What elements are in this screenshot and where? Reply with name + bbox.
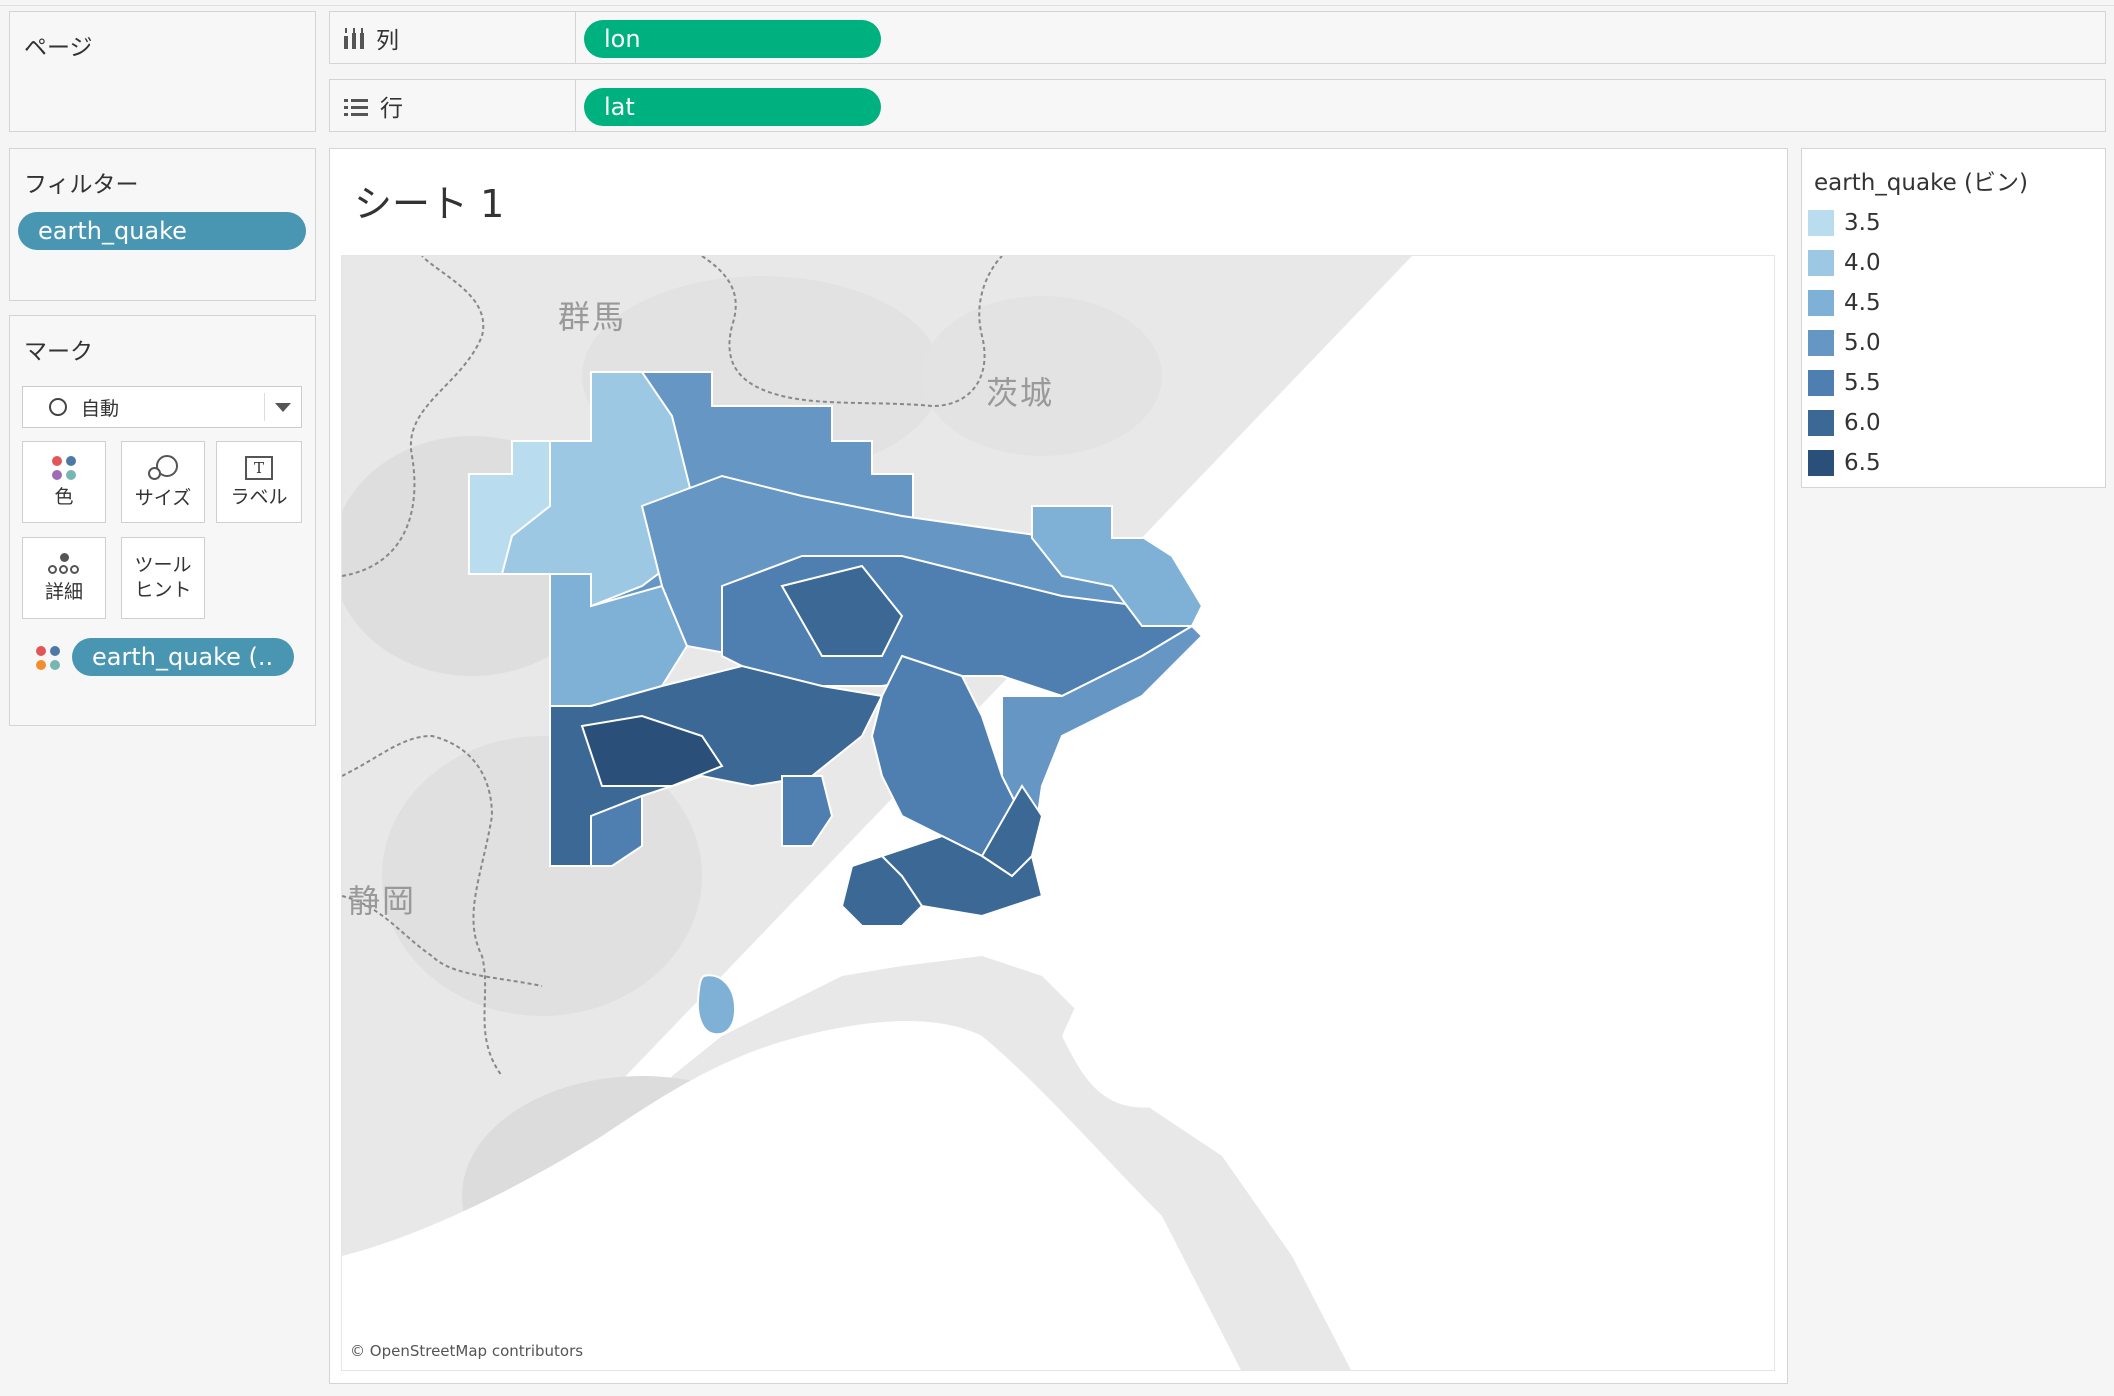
- dropdown-divider: [264, 393, 265, 421]
- legend-panel[interactable]: earth_quake (ビン) 3.5 4.0 4.5 5.0 5.5 6.0…: [1801, 148, 2106, 488]
- legend-item-label: 4.0: [1844, 250, 1881, 276]
- filter-pill-earth-quake[interactable]: earth_quake: [18, 212, 306, 250]
- legend-item-label: 3.5: [1844, 210, 1881, 236]
- filters-panel[interactable]: フィルター earth_quake: [9, 148, 316, 301]
- columns-label: 列: [376, 27, 399, 54]
- text-box-icon: T: [245, 455, 273, 480]
- chevron-down-icon[interactable]: [275, 403, 291, 412]
- legend-title: earth_quake (ビン): [1814, 170, 2028, 196]
- marks-panel: マーク 自動 色 サイズ T ラベル 詳細 ツール ヒント earth_quak…: [9, 315, 316, 726]
- columns-shelf-label: 列: [330, 12, 576, 63]
- map-label-ibaraki: 茨城: [986, 374, 1055, 412]
- size-button[interactable]: サイズ: [121, 441, 205, 523]
- marks-title: マーク: [24, 339, 93, 365]
- filters-title: フィルター: [24, 172, 139, 198]
- legend-swatch: [1808, 410, 1834, 436]
- legend-swatch: [1808, 450, 1834, 476]
- columns-shelf[interactable]: 列 lon: [329, 11, 2106, 64]
- pages-title: ページ: [24, 35, 93, 61]
- columns-icon: [344, 27, 364, 49]
- legend-item[interactable]: 4.5: [1808, 288, 1881, 318]
- rows-shelf[interactable]: 行 lat: [329, 79, 2106, 132]
- color-encoding-icon: [36, 646, 60, 670]
- pages-panel[interactable]: ページ: [9, 11, 316, 132]
- top-ruler: [0, 0, 2114, 6]
- legend-item-label: 5.5: [1844, 370, 1881, 396]
- label-button[interactable]: T ラベル: [216, 441, 302, 523]
- label-button-label: ラベル: [230, 485, 288, 508]
- size-circles-icon: [148, 454, 178, 481]
- marks-color-pill-earth-quake[interactable]: earth_quake (..: [72, 638, 294, 676]
- color-button[interactable]: 色: [22, 441, 106, 523]
- legend-swatch: [1808, 330, 1834, 356]
- legend-swatch: [1808, 250, 1834, 276]
- rows-shelf-label: 行: [330, 80, 576, 131]
- legend-item-label: 6.0: [1844, 410, 1881, 436]
- legend-item-label: 5.0: [1844, 330, 1881, 356]
- map-view[interactable]: 群馬 茨城 静岡 © OpenStreetMap contributors: [341, 255, 1775, 1371]
- tooltip-button[interactable]: ツール ヒント: [121, 537, 205, 619]
- legend-item-label: 4.5: [1844, 290, 1881, 316]
- legend-swatch: [1808, 370, 1834, 396]
- columns-pill-lon[interactable]: lon: [584, 20, 881, 58]
- sheet-title: シート 1: [354, 182, 505, 226]
- tooltip-button-label-1: ツール: [134, 554, 192, 577]
- map-attribution[interactable]: © OpenStreetMap contributors: [350, 1342, 583, 1360]
- rows-icon: [344, 97, 368, 116]
- detail-button[interactable]: 詳細: [22, 537, 106, 619]
- map-svg: [342, 256, 1774, 1370]
- legend-item[interactable]: 6.0: [1808, 408, 1881, 438]
- detail-dots-icon: [48, 552, 80, 575]
- color-button-label: 色: [54, 485, 74, 508]
- legend-item[interactable]: 4.0: [1808, 248, 1881, 278]
- legend-item-label: 6.5: [1844, 450, 1881, 476]
- tooltip-button-label-2: ヒント: [134, 579, 192, 601]
- mark-type-select[interactable]: 自動: [22, 386, 302, 428]
- legend-item[interactable]: 5.0: [1808, 328, 1881, 358]
- legend-item[interactable]: 5.5: [1808, 368, 1881, 398]
- sheet-panel: シート 1 群馬 茨城 静岡 © OpenStreetMap contribut…: [329, 148, 1788, 1384]
- legend-item[interactable]: 3.5: [1808, 208, 1881, 238]
- rows-label: 行: [380, 95, 403, 122]
- size-button-label: サイズ: [134, 486, 192, 509]
- legend-swatch: [1808, 290, 1834, 316]
- mark-type-value: 自動: [81, 397, 120, 420]
- map-label-shizuoka: 静岡: [348, 882, 417, 920]
- color-dots-icon: [52, 455, 76, 480]
- map-label-gunma: 群馬: [558, 298, 627, 336]
- legend-item[interactable]: 6.5: [1808, 448, 1881, 478]
- circle-mark-icon: [49, 398, 67, 416]
- rows-pill-lat[interactable]: lat: [584, 88, 881, 126]
- detail-button-label: 詳細: [44, 580, 83, 603]
- legend-swatch: [1808, 210, 1834, 236]
